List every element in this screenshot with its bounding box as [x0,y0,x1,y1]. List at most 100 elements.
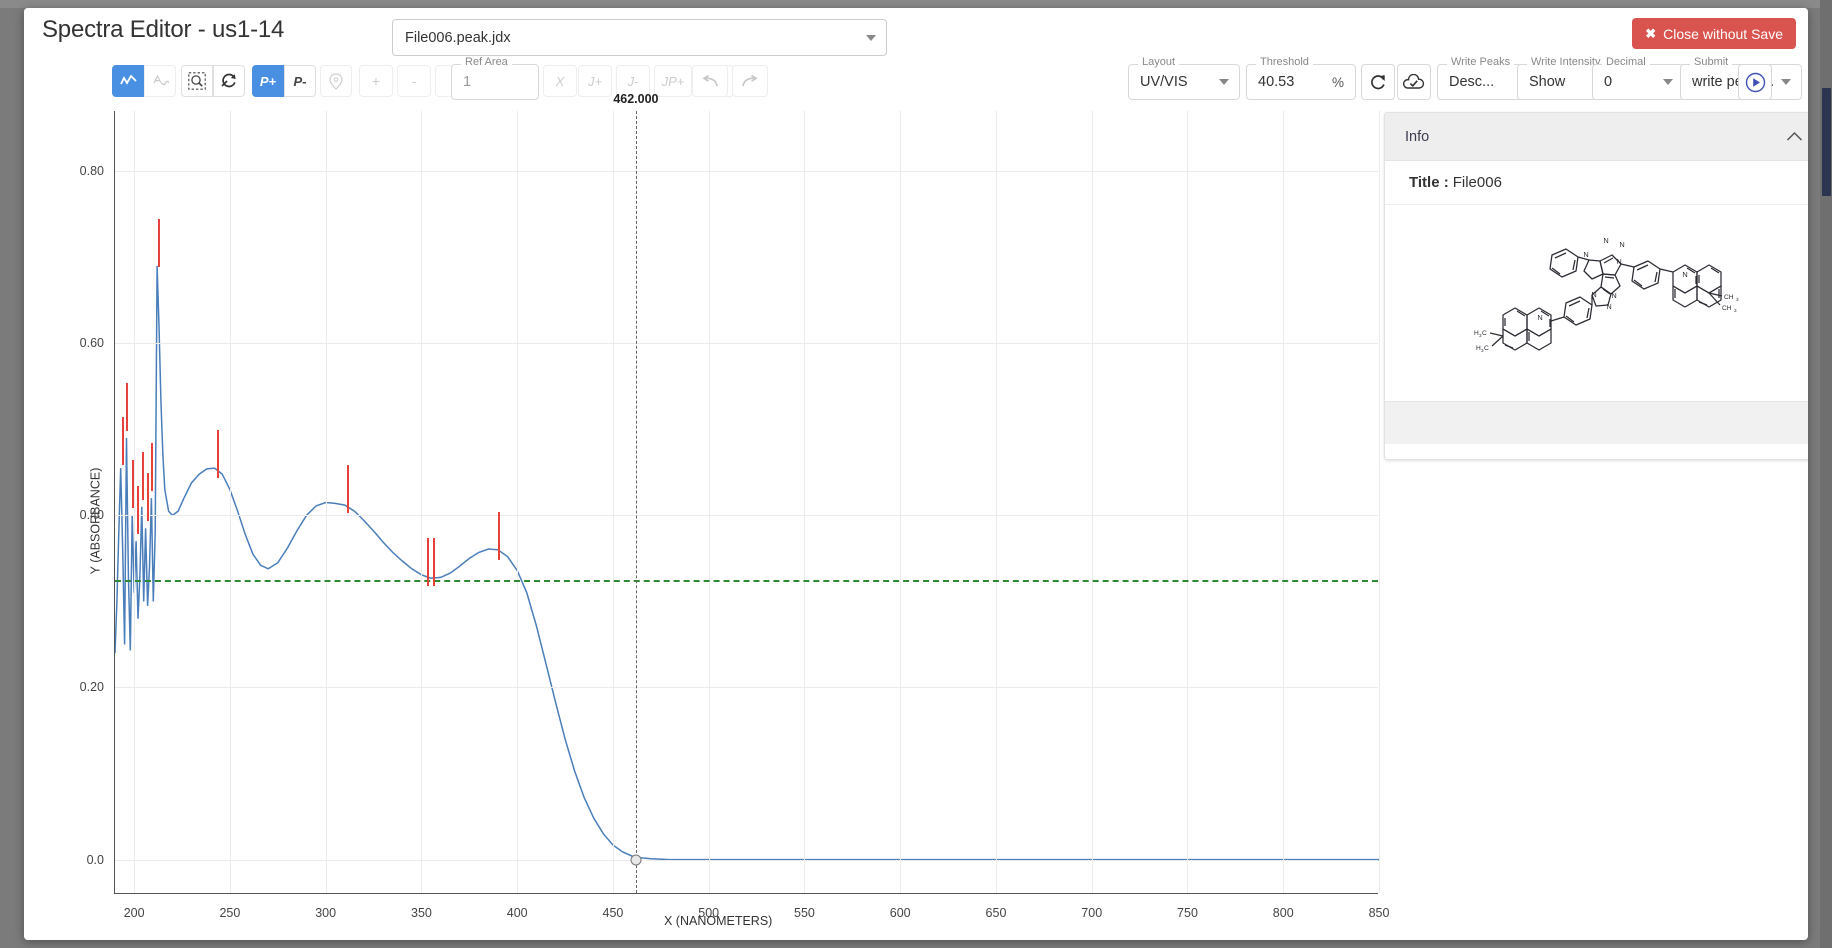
peak-marker[interactable] [126,383,128,431]
annotate-tool[interactable] [144,65,176,97]
atom-label-n: N [1591,290,1596,299]
info-panel: Info Title : File006 [1384,112,1808,460]
atom-label-n: N [1682,270,1687,279]
peak-marker[interactable] [122,417,124,465]
chevron-down-icon [1781,79,1791,85]
cursor-value-label: 462.000 [613,92,658,106]
integration-remove-button[interactable]: - [397,65,431,97]
window-scrollbar-track[interactable] [1820,0,1832,948]
chevron-up-icon[interactable] [1786,131,1803,142]
add-peak-tool[interactable]: P+ [252,65,284,97]
peak-marker[interactable] [498,512,500,560]
redo-button[interactable] [732,65,768,97]
info-panel-footer [1385,401,1808,444]
x-tick-label: 800 [1273,906,1294,920]
x-tick-label: 250 [219,906,240,920]
info-panel-title: Info [1405,129,1786,145]
plot-area[interactable]: 0.00.200.400.600.80200250300350400450500… [114,111,1378,894]
j-decrease-label: J- [628,74,639,89]
ref-area-value: 1 [452,74,471,90]
spectrum-chart-panel[interactable]: Y (ABSORBANCE) X (NANOMETERS) 0.00.200.4… [24,102,1379,940]
peak-marker[interactable] [137,486,139,534]
peak-marker[interactable] [427,538,429,586]
layout-select[interactable]: Layout UV/VIS [1128,64,1240,100]
peak-marker[interactable] [433,538,435,586]
x-gridline [1283,111,1284,893]
peak-marker[interactable] [132,460,134,508]
window-header: Spectra Editor - us1-14 File006.peak.jdx… [24,8,1808,60]
layout-value: UV/VIS [1129,74,1188,90]
y-tick-label: 0.60 [80,336,104,350]
svg-text:3: 3 [1734,308,1737,313]
magnifier-select-icon [188,72,206,90]
j-increase-button[interactable]: J+ [578,65,612,97]
y-gridline [115,860,1378,861]
peak-marker[interactable] [217,430,219,478]
x-tick-label: 400 [507,906,528,920]
decimal-value: 0 [1593,74,1612,90]
pin-marker-tool[interactable] [320,65,352,97]
integration-add-button[interactable]: + [359,65,393,97]
add-peak-label: P+ [260,74,276,89]
submit-run-button[interactable] [1738,64,1772,100]
x-gridline [134,111,135,893]
jp-increase-button[interactable]: JP+ [654,65,692,97]
zoom-select-tool[interactable] [181,65,213,97]
y-gridline [115,171,1378,172]
y-gridline [115,343,1378,344]
atom-label-n: N [1537,313,1542,322]
x-gridline [709,111,710,893]
info-title-value: File006 [1453,174,1502,191]
peak-marker[interactable] [147,473,149,521]
threshold-value: 40.53 [1247,74,1294,90]
cloud-check-button[interactable] [1397,64,1431,100]
threshold-field[interactable]: Threshold 40.53 % [1246,64,1356,100]
threshold-refresh-button[interactable] [1361,64,1395,100]
info-title-row: Title : File006 [1385,161,1808,205]
peak-marker[interactable] [158,219,160,267]
x-gridline [1092,111,1093,893]
remove-peak-tool[interactable]: P- [284,65,316,97]
integration-remove-label: - [412,73,417,89]
cursor-line[interactable] [636,111,637,893]
desktop-backdrop-strip [0,0,1832,8]
j-increase-label: J+ [588,74,602,89]
peak-marker[interactable] [151,443,153,491]
x-gridline [1187,111,1188,893]
spectrum-line-tool[interactable] [112,65,144,97]
reset-zoom-tool[interactable] [213,65,245,97]
x-gridline [804,111,805,893]
close-x-icon: ✖ [1645,26,1656,42]
file-select-value: File006.peak.jdx [405,30,866,46]
spectrum-line [115,266,1379,860]
close-without-save-button[interactable]: ✖ Close without Save [1632,18,1796,49]
peak-marker[interactable] [347,465,349,513]
svg-text:3: 3 [1736,297,1739,302]
undo-button[interactable] [692,65,728,97]
chevron-down-icon [866,35,876,41]
peak-marker[interactable] [142,452,144,500]
x-gridline [996,111,997,893]
spectra-editor-window: Spectra Editor - us1-14 File006.peak.jdx… [24,8,1808,940]
play-circle-icon [1745,72,1766,93]
molecule-svg: N N N N N N N N N CH3 CH3 H3C H3C [1454,217,1754,389]
x-tick-label: 500 [698,906,719,920]
history-tool-group [692,65,768,97]
x-tick-label: 600 [890,906,911,920]
x-gridline [230,111,231,893]
methyl-label: CH [1722,305,1732,312]
zoom-refresh-icon [220,73,238,89]
cursor-point-marker[interactable] [630,854,641,865]
zoom-tool-group [181,65,245,97]
info-panel-header[interactable]: Info [1385,113,1808,161]
decimal-select[interactable]: Decimal 0 [1592,64,1684,100]
threshold-line[interactable] [115,580,1378,582]
y-tick-label: 0.40 [80,508,104,522]
x-tick-label: 550 [794,906,815,920]
file-select[interactable]: File006.peak.jdx [392,19,887,56]
window-scrollbar-thumb[interactable] [1822,88,1831,196]
ref-area-field[interactable]: Ref Area 1 [451,64,539,100]
decimal-label: Decimal [1602,57,1650,68]
atom-label-n: N [1606,302,1611,311]
refresh-icon [1369,73,1387,91]
